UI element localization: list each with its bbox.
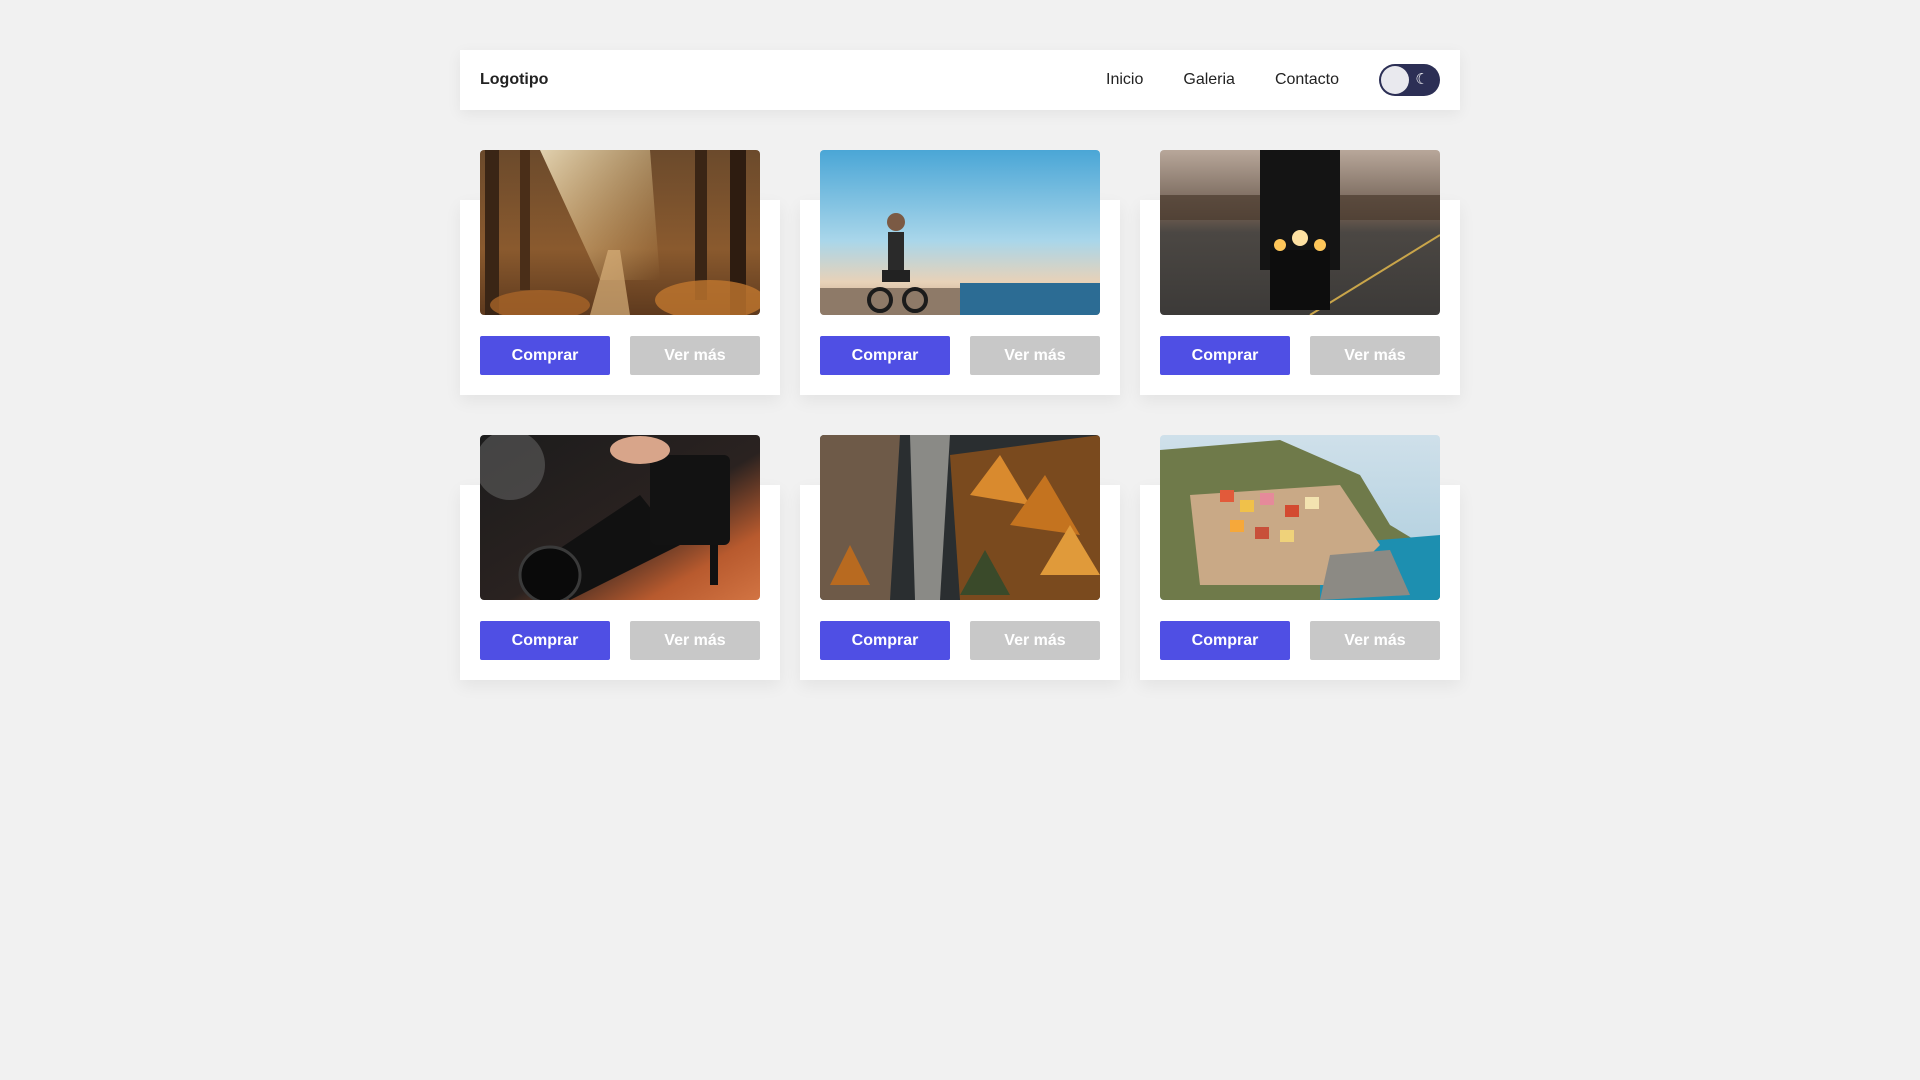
buy-button[interactable]: Comprar xyxy=(820,621,950,660)
motorcycle-road-photo xyxy=(1160,150,1440,315)
see-more-button[interactable]: Ver más xyxy=(970,621,1100,660)
moon-icon: ☾ xyxy=(1415,71,1429,88)
page-container: Logotipo Inicio Galeria Contacto ☾ Compr… xyxy=(460,50,1460,680)
product-card: Comprar Ver más xyxy=(460,435,780,680)
autumn-cliff-photo xyxy=(820,435,1100,600)
see-more-button[interactable]: Ver más xyxy=(630,621,760,660)
product-card: Comprar Ver más xyxy=(1140,435,1460,680)
see-more-button[interactable]: Ver más xyxy=(1310,336,1440,375)
camera-lens-photo xyxy=(480,435,760,600)
nav-link-galeria[interactable]: Galeria xyxy=(1183,71,1235,89)
logo[interactable]: Logotipo xyxy=(480,71,548,89)
buy-button[interactable]: Comprar xyxy=(480,621,610,660)
product-card: Comprar Ver más xyxy=(800,150,1120,395)
toggle-knob xyxy=(1381,66,1409,94)
nav-link-inicio[interactable]: Inicio xyxy=(1106,71,1143,89)
product-card: Comprar Ver más xyxy=(800,435,1120,680)
product-card: Comprar Ver más xyxy=(460,150,780,395)
product-card: Comprar Ver más xyxy=(1140,150,1460,395)
buy-button[interactable]: Comprar xyxy=(1160,621,1290,660)
product-grid: Comprar Ver más Comprar Ver más Comprar … xyxy=(460,150,1460,680)
forest-path-photo xyxy=(480,150,760,315)
see-more-button[interactable]: Ver más xyxy=(630,336,760,375)
coastal-village-photo xyxy=(1160,435,1440,600)
cyclist-beach-photo xyxy=(820,150,1100,315)
nav-link-contacto[interactable]: Contacto xyxy=(1275,71,1339,89)
main-nav: Inicio Galeria Contacto ☾ xyxy=(1106,64,1440,96)
dark-mode-toggle[interactable]: ☾ xyxy=(1379,64,1440,96)
buy-button[interactable]: Comprar xyxy=(480,336,610,375)
top-navbar: Logotipo Inicio Galeria Contacto ☾ xyxy=(460,50,1460,110)
buy-button[interactable]: Comprar xyxy=(820,336,950,375)
see-more-button[interactable]: Ver más xyxy=(1310,621,1440,660)
buy-button[interactable]: Comprar xyxy=(1160,336,1290,375)
see-more-button[interactable]: Ver más xyxy=(970,336,1100,375)
